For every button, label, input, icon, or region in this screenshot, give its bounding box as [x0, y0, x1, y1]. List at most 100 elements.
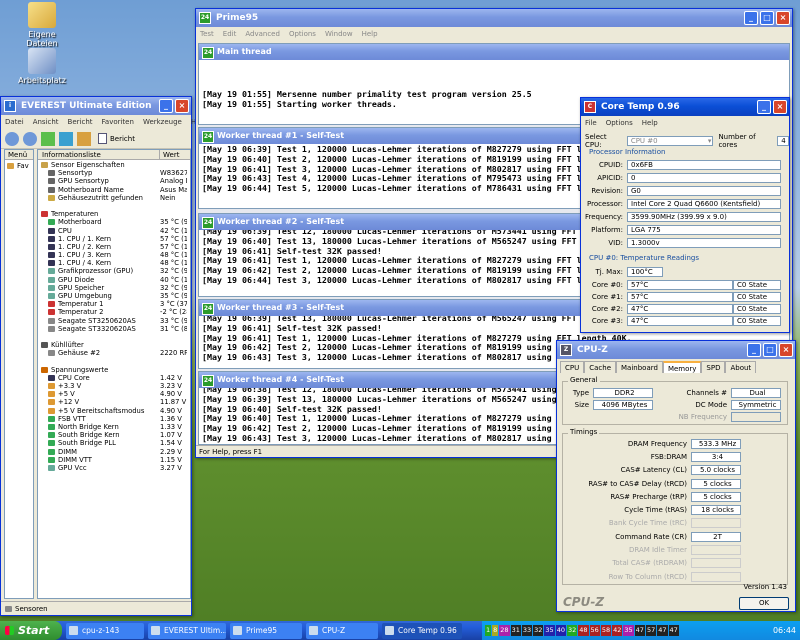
sensor-row[interactable]: Motherboard NameAsus Ma...	[38, 186, 190, 194]
tray-temp-icon[interactable]: 58	[600, 625, 612, 636]
tray-temp-icon[interactable]: 47	[657, 625, 668, 636]
menu-edit[interactable]: Edit	[223, 27, 237, 41]
maximize-button[interactable]: □	[760, 11, 774, 25]
close-button[interactable]: ×	[779, 343, 793, 357]
prime95-titlebar[interactable]: 24 Prime95 _ □ ×	[196, 9, 792, 27]
sensor-row[interactable]: Motherboard35 °C (9...	[38, 218, 190, 226]
sensor-row[interactable]: +3.3 V 3.23 V	[38, 382, 190, 390]
sensor-row[interactable]: Temperatur 13 °C (37...	[38, 300, 190, 308]
tray-temp-icon[interactable]: 35	[544, 625, 555, 636]
sensor-row[interactable]	[38, 202, 190, 210]
start-button[interactable]: Start	[0, 621, 62, 640]
sensor-row[interactable]	[38, 358, 190, 366]
menu-options[interactable]: Options	[606, 116, 633, 130]
col-header-info[interactable]: Informationsliste	[38, 150, 160, 159]
tray-temp-icon[interactable]: 8	[492, 625, 499, 636]
tree-group-header[interactable]: Spannungswerte	[38, 366, 190, 374]
menu-favoriten[interactable]: Favoriten	[102, 115, 134, 129]
sensor-row[interactable]: GPU Vcc 3.27 V	[38, 464, 190, 472]
menu-file[interactable]: File	[585, 116, 597, 130]
taskbar-item-prime95[interactable]: Prime95	[230, 622, 302, 639]
col-header-value[interactable]: Wert	[160, 150, 179, 159]
sensor-row[interactable]: South Bridge PLL 1.54 V	[38, 439, 190, 447]
menu-help[interactable]: Help	[642, 116, 658, 130]
taskbar-item-everest[interactable]: EVEREST Ultim...	[148, 622, 226, 639]
desktop-icon-my-documents[interactable]: Eigene Dateien	[12, 2, 72, 48]
tab-menu[interactable]: Menü	[5, 150, 33, 160]
back-icon[interactable]	[5, 131, 19, 146]
tab-spd[interactable]: SPD	[701, 361, 726, 373]
minimize-button[interactable]: _	[744, 11, 758, 25]
sensor-row[interactable]: +5 V 4.90 V	[38, 390, 190, 398]
menu-help[interactable]: Help	[362, 27, 378, 41]
sensor-row[interactable]: GPU Diode40 °C (1...	[38, 276, 190, 284]
menu-werkzeuge[interactable]: Werkzeuge	[143, 115, 182, 129]
taskbar-item-cpu-z-folder[interactable]: cpu-z-143	[66, 622, 144, 639]
up-icon[interactable]	[41, 131, 55, 146]
tree-group-header[interactable]: Temperaturen	[38, 210, 190, 218]
everest-titlebar[interactable]: i EVEREST Ultimate Edition _ ×	[1, 97, 191, 115]
ok-button[interactable]: OK	[739, 597, 789, 610]
sensor-row[interactable]: Grafikprozessor (GPU)32 °C (9...	[38, 267, 190, 275]
sensor-row[interactable]: FSB VTT 1.36 V	[38, 415, 190, 423]
minimize-button[interactable]: _	[757, 100, 771, 114]
sensor-row[interactable]: GPU SensortypAnalog D...	[38, 177, 190, 185]
tray-temp-icon[interactable]: 48	[578, 625, 589, 636]
menu-test[interactable]: Test	[200, 27, 214, 41]
menu-datei[interactable]: Datei	[5, 115, 24, 129]
tray-temp-icon[interactable]: 35	[623, 625, 634, 636]
tray-temp-icon[interactable]: 33	[521, 625, 533, 636]
menu-advanced[interactable]: Advanced	[245, 27, 280, 41]
main-thread-titlebar[interactable]: 24 Main thread	[199, 44, 789, 60]
menu-ansicht[interactable]: Ansicht	[33, 115, 59, 129]
coretemp-titlebar[interactable]: C Core Temp 0.96 _ ×	[581, 98, 789, 116]
close-button[interactable]: ×	[776, 11, 790, 25]
sensor-row[interactable]: Seagate ST3320620AS31 °C (8...	[38, 325, 190, 333]
forward-icon[interactable]	[23, 131, 37, 146]
sensor-row[interactable]: CPU42 °C (1...	[38, 227, 190, 235]
taskbar-item-cpu-z[interactable]: CPU-Z	[306, 622, 378, 639]
users-icon[interactable]	[77, 131, 91, 146]
tray-temp-icon[interactable]: 47	[668, 625, 679, 636]
tab-cpu[interactable]: CPU	[560, 361, 585, 373]
taskbar-item-coretemp[interactable]: Core Temp 0.96	[382, 622, 462, 639]
report-button[interactable]: Bericht	[95, 131, 138, 147]
tray-temp-icon[interactable]: 40	[555, 625, 566, 636]
sensor-row[interactable]: Gehäuse #22220 RPM	[38, 349, 190, 357]
sensor-row[interactable]: CPU Core 1.42 V	[38, 374, 190, 382]
tab-memory[interactable]: Memory	[662, 361, 702, 373]
sensor-row[interactable]: +5 V Bereitschaftsmodus 4.90 V	[38, 407, 190, 415]
tab-about[interactable]: About	[725, 361, 757, 373]
tab-cache[interactable]: Cache	[584, 361, 617, 373]
tray-temp-icon[interactable]: 56	[589, 625, 600, 636]
tray-temp-icon[interactable]: 57	[645, 625, 657, 636]
sensor-row[interactable]: 1. CPU / 2. Kern57 °C (1...	[38, 243, 190, 251]
cpuz-titlebar[interactable]: Z CPU-Z _ □ ×	[557, 341, 795, 359]
sensor-row[interactable]: Seagate ST3250620AS33 °C (9...	[38, 317, 190, 325]
sensor-row[interactable]: South Bridge Kern 1.07 V	[38, 431, 190, 439]
tab-fav[interactable]: Fav	[5, 160, 33, 172]
sensor-row[interactable]: Gehäusezutritt gefunden Nein	[38, 194, 190, 202]
tab-mainboard[interactable]: Mainboard	[616, 361, 663, 373]
tree-group-header[interactable]: Kühllüfter	[38, 341, 190, 349]
sensor-row[interactable]: 1. CPU / 4. Kern48 °C (1...	[38, 259, 190, 267]
minimize-button[interactable]: _	[747, 343, 761, 357]
sensor-row[interactable]: 1. CPU / 1. Kern57 °C (1...	[38, 235, 190, 243]
tray-temp-icon[interactable]: 31	[510, 625, 521, 636]
tray-temp-icon[interactable]: 32	[566, 625, 578, 636]
tray-temp-icon[interactable]: 28	[499, 625, 510, 636]
sensor-row[interactable]	[38, 333, 190, 341]
tray-temp-icon[interactable]: 42	[612, 625, 623, 636]
sensor-row[interactable]: 1. CPU / 3. Kern48 °C (1...	[38, 251, 190, 259]
menu-options[interactable]: Options	[289, 27, 316, 41]
sensor-row[interactable]: North Bridge Kern 1.33 V	[38, 423, 190, 431]
sensor-row[interactable]: +12 V 11.87 V	[38, 398, 190, 406]
refresh-icon[interactable]	[59, 131, 73, 146]
tree-group-header[interactable]: Sensor Eigenschaften	[38, 161, 190, 169]
close-button[interactable]: ×	[175, 99, 189, 113]
desktop-icon-my-computer[interactable]: Arbeitsplatz	[12, 48, 72, 85]
close-button[interactable]: ×	[773, 100, 787, 114]
tray-temp-icon[interactable]: 1	[485, 625, 492, 636]
sensor-row[interactable]: Temperatur 2-2 °C (28...	[38, 308, 190, 316]
sensor-row[interactable]: DIMM VTT 1.15 V	[38, 456, 190, 464]
